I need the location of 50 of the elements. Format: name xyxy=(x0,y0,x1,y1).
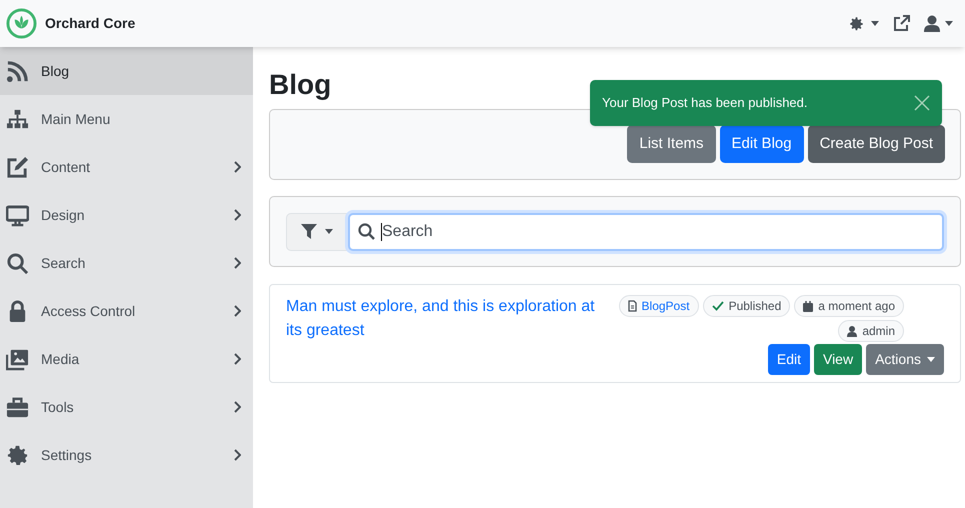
document-icon xyxy=(628,300,637,312)
logo-icon xyxy=(6,8,37,39)
action-button[interactable]: View xyxy=(814,344,862,375)
filter-button[interactable] xyxy=(286,212,348,250)
sitemap-icon xyxy=(6,108,29,130)
badge: Published xyxy=(702,295,790,317)
caret-icon xyxy=(325,229,333,234)
gear-icon xyxy=(847,14,865,32)
caret-icon xyxy=(871,21,879,26)
toolbar-button[interactable]: Edit Blog xyxy=(720,125,804,163)
caret-icon xyxy=(945,21,953,26)
search-input[interactable]: Search xyxy=(382,220,934,244)
theme-menu-button[interactable] xyxy=(847,14,879,32)
monitor-icon xyxy=(6,204,29,226)
user-icon xyxy=(924,15,940,32)
badge[interactable]: BlogPost xyxy=(618,295,699,317)
edit-icon xyxy=(6,156,29,178)
filter-icon xyxy=(301,224,317,239)
sidebar-item[interactable]: Tools xyxy=(0,383,253,431)
close-button[interactable] xyxy=(914,95,930,111)
actions-dropdown-button[interactable]: Actions xyxy=(866,344,944,375)
toolbox-icon xyxy=(6,396,29,418)
page-title: Blog xyxy=(269,69,332,101)
sidebar-item[interactable]: Access Control xyxy=(0,287,253,335)
check-icon xyxy=(712,301,724,311)
sidebar-item[interactable]: Content xyxy=(0,143,253,191)
gear-icon xyxy=(6,444,29,466)
images-icon xyxy=(6,348,29,370)
sidebar-item[interactable]: Design xyxy=(0,191,253,239)
toolbar-button[interactable]: Create Blog Post xyxy=(808,125,945,163)
sidebar-item[interactable]: Blog xyxy=(0,47,253,95)
sidebar-item[interactable]: Media xyxy=(0,335,253,383)
external-link-icon[interactable] xyxy=(893,15,910,32)
toast-message: Your Blog Post has been published. xyxy=(602,94,808,112)
toolbar-button[interactable]: List Items xyxy=(627,125,716,163)
brand-name[interactable]: Orchard Core xyxy=(45,13,136,34)
user-icon xyxy=(847,326,858,336)
caret-icon xyxy=(927,357,935,362)
sidebar-item[interactable]: Main Menu xyxy=(0,95,253,143)
user-menu-button[interactable] xyxy=(924,15,953,32)
sidebar-item[interactable]: Settings xyxy=(0,431,253,479)
search-icon xyxy=(6,252,29,274)
rss-icon xyxy=(6,60,29,82)
calendar-icon xyxy=(803,300,814,312)
badge: a moment ago xyxy=(794,295,904,317)
sidebar-item[interactable]: Search xyxy=(0,239,253,287)
search-icon xyxy=(358,223,375,240)
action-button[interactable]: Edit xyxy=(768,344,810,375)
badge: admin xyxy=(838,320,904,342)
content-item-title[interactable]: Man must explore, and this is exploration at its greatest xyxy=(286,295,604,382)
